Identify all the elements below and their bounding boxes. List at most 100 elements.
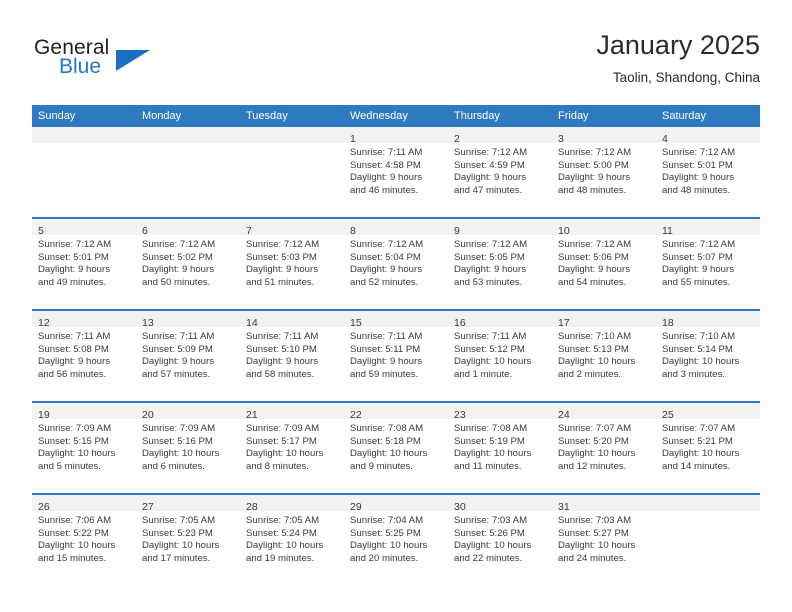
- calendar-day-cell-empty: [240, 127, 344, 218]
- sunset-line: Sunset: 5:14 PM: [662, 343, 733, 355]
- sunrise-line: Sunrise: 7:09 AM: [142, 423, 216, 434]
- day-details: Sunrise: 7:07 AM Sunset: 5:21 PM Daylight:…: [656, 419, 760, 473]
- day-details: Sunrise: 7:12 AM Sunset: 5:01 PM Daylight:…: [656, 143, 760, 197]
- daylight-line-cont: and 8 minutes.: [246, 460, 309, 472]
- day-number: 27: [142, 501, 154, 513]
- day-details: Sunrise: 7:11 AM Sunset: 5:10 PM Daylight:…: [240, 327, 344, 381]
- daylight-line: Daylight: 9 hours: [454, 264, 526, 276]
- calendar-day-cell[interactable]: 7 Sunrise: 7:12 AM Sunset: 5:03 PM Daylight…: [240, 217, 344, 310]
- sunset-line: Sunset: 5:21 PM: [662, 435, 733, 447]
- day-details: Sunrise: 7:11 AM Sunset: 5:12 PM Daylight:…: [448, 327, 552, 381]
- day-number: 4: [662, 133, 668, 145]
- day-number: 24: [558, 409, 570, 421]
- calendar-day-cell[interactable]: 18 Sunrise: 7:10 AM Sunset: 5:14 PM Dayligh…: [656, 309, 760, 402]
- calendar-day-cell[interactable]: 13 Sunrise: 7:11 AM Sunset: 5:09 PM Dayligh…: [136, 309, 240, 402]
- daylight-line: Daylight: 9 hours: [350, 264, 422, 276]
- calendar-day-cell[interactable]: 16 Sunrise: 7:11 AM Sunset: 5:12 PM Dayligh…: [448, 309, 552, 402]
- day-number-band: [136, 127, 240, 143]
- day-number: 18: [662, 317, 674, 329]
- calendar-day-cell[interactable]: 23 Sunrise: 7:08 AM Sunset: 5:19 PM Dayligh…: [448, 401, 552, 494]
- calendar-day-cell[interactable]: 24 Sunrise: 7:07 AM Sunset: 5:20 PM Dayligh…: [552, 401, 656, 494]
- sunrise-line: Sunrise: 7:12 AM: [38, 239, 112, 250]
- calendar-day-cell[interactable]: 31 Sunrise: 7:03 AM Sunset: 5:27 PM Dayligh…: [552, 493, 656, 585]
- calendar-day-cell[interactable]: 26 Sunrise: 7:06 AM Sunset: 5:22 PM Dayligh…: [32, 493, 136, 585]
- day-number-band: 27: [136, 495, 240, 513]
- calendar-day-cell[interactable]: 6 Sunrise: 7:12 AM Sunset: 5:02 PM Daylight…: [136, 217, 240, 310]
- sunset-line: Sunset: 5:02 PM: [142, 251, 213, 263]
- calendar-page: General Blue January 2025 Taolin, Shando…: [0, 0, 792, 612]
- calendar-day-cell[interactable]: 19 Sunrise: 7:09 AM Sunset: 5:15 PM Dayligh…: [32, 401, 136, 494]
- day-details: Sunrise: 7:12 AM Sunset: 4:59 PM Daylight:…: [448, 143, 552, 197]
- day-number-band: 23: [448, 403, 552, 421]
- sunset-line: Sunset: 5:20 PM: [558, 435, 629, 447]
- day-number-band: 29: [344, 495, 448, 513]
- calendar-day-cell[interactable]: 14 Sunrise: 7:11 AM Sunset: 5:10 PM Dayligh…: [240, 309, 344, 402]
- day-details: Sunrise: 7:12 AM Sunset: 5:02 PM Daylight:…: [136, 235, 240, 289]
- calendar-day-cell[interactable]: 29 Sunrise: 7:04 AM Sunset: 5:25 PM Dayligh…: [344, 493, 448, 585]
- day-number-band: 13: [136, 311, 240, 329]
- weekday-headers: Sunday Monday Tuesday Wednesday Thursday Frid…: [32, 105, 760, 127]
- daylight-line: Daylight: 10 hours: [454, 448, 532, 460]
- page-header: General Blue January 2025 Taolin, Shando…: [32, 28, 760, 96]
- calendar-week-row: 19 Sunrise: 7:09 AM Sunset: 5:15 PM Dayligh…: [32, 401, 760, 494]
- day-details: Sunrise: 7:03 AM Sunset: 5:26 PM Daylight:…: [448, 511, 552, 565]
- sunrise-line: Sunrise: 7:12 AM: [558, 239, 632, 250]
- calendar-day-cell[interactable]: 12 Sunrise: 7:11 AM Sunset: 5:08 PM Dayligh…: [32, 309, 136, 402]
- sunrise-line: Sunrise: 7:08 AM: [454, 423, 528, 434]
- day-details: Sunrise: 7:03 AM Sunset: 5:27 PM Daylight:…: [552, 511, 656, 565]
- calendar-day-cell[interactable]: 27 Sunrise: 7:05 AM Sunset: 5:23 PM Dayligh…: [136, 493, 240, 585]
- daylight-line-cont: and 15 minutes.: [38, 552, 107, 564]
- sunset-line: Sunset: 5:15 PM: [38, 435, 109, 447]
- daylight-line-cont: and 50 minutes.: [142, 276, 211, 288]
- calendar-day-cell[interactable]: 28 Sunrise: 7:05 AM Sunset: 5:24 PM Dayligh…: [240, 493, 344, 585]
- calendar-day-cell[interactable]: 4 Sunrise: 7:12 AM Sunset: 5:01 PM Daylight…: [656, 127, 760, 218]
- day-number-band: 8: [344, 219, 448, 237]
- daylight-line: Daylight: 10 hours: [662, 448, 740, 460]
- brand-logo[interactable]: General Blue: [32, 36, 232, 88]
- sunrise-line: Sunrise: 7:03 AM: [558, 515, 632, 526]
- calendar-day-cell[interactable]: 5 Sunrise: 7:12 AM Sunset: 5:01 PM Daylight…: [32, 217, 136, 310]
- day-number-band: 28: [240, 495, 344, 513]
- calendar-day-cell[interactable]: 11 Sunrise: 7:12 AM Sunset: 5:07 PM Dayligh…: [656, 217, 760, 310]
- daylight-line-cont: and 11 minutes.: [454, 460, 522, 472]
- day-number-band: 6: [136, 219, 240, 237]
- calendar-day-cell[interactable]: 9 Sunrise: 7:12 AM Sunset: 5:05 PM Daylight…: [448, 217, 552, 310]
- day-number-band: 10: [552, 219, 656, 237]
- daylight-line-cont: and 55 minutes.: [662, 276, 731, 288]
- day-details: Sunrise: 7:04 AM Sunset: 5:25 PM Daylight:…: [344, 511, 448, 565]
- calendar-day-cell[interactable]: 1 Sunrise: 7:11 AM Sunset: 4:58 PM Daylight…: [344, 127, 448, 218]
- day-number: 23: [454, 409, 466, 421]
- calendar-day-cell[interactable]: 3 Sunrise: 7:12 AM Sunset: 5:00 PM Daylight…: [552, 127, 656, 218]
- daylight-line: Daylight: 10 hours: [350, 540, 428, 552]
- calendar-day-cell[interactable]: 17 Sunrise: 7:10 AM Sunset: 5:13 PM Dayligh…: [552, 309, 656, 402]
- daylight-line: Daylight: 10 hours: [454, 356, 532, 368]
- day-details: Sunrise: 7:12 AM Sunset: 5:03 PM Daylight:…: [240, 235, 344, 289]
- calendar-day-cell[interactable]: 21 Sunrise: 7:09 AM Sunset: 5:17 PM Dayligh…: [240, 401, 344, 494]
- day-number: 29: [350, 501, 362, 513]
- calendar-body: 1 Sunrise: 7:11 AM Sunset: 4:58 PM Daylight…: [32, 127, 760, 585]
- page-title: January 2025: [596, 30, 760, 60]
- day-details: Sunrise: 7:11 AM Sunset: 4:58 PM Daylight:…: [344, 143, 448, 197]
- calendar-day-cell[interactable]: 10 Sunrise: 7:12 AM Sunset: 5:06 PM Dayligh…: [552, 217, 656, 310]
- calendar-day-cell[interactable]: 15 Sunrise: 7:11 AM Sunset: 5:11 PM Dayligh…: [344, 309, 448, 402]
- calendar-day-cell[interactable]: 2 Sunrise: 7:12 AM Sunset: 4:59 PM Daylight…: [448, 127, 552, 218]
- daylight-line-cont: and 46 minutes.: [350, 184, 419, 196]
- calendar-day-cell[interactable]: 22 Sunrise: 7:08 AM Sunset: 5:18 PM Dayligh…: [344, 401, 448, 494]
- day-details: Sunrise: 7:11 AM Sunset: 5:08 PM Daylight:…: [32, 327, 136, 381]
- day-number: 16: [454, 317, 466, 329]
- daylight-line: Daylight: 9 hours: [38, 264, 110, 276]
- calendar-day-cell[interactable]: 20 Sunrise: 7:09 AM Sunset: 5:16 PM Dayligh…: [136, 401, 240, 494]
- calendar-day-cell[interactable]: 25 Sunrise: 7:07 AM Sunset: 5:21 PM Dayligh…: [656, 401, 760, 494]
- sunrise-line: Sunrise: 7:12 AM: [662, 239, 736, 250]
- daylight-line-cont: and 48 minutes.: [662, 184, 731, 196]
- sunrise-line: Sunrise: 7:07 AM: [662, 423, 736, 434]
- sunset-line: Sunset: 5:00 PM: [558, 159, 629, 171]
- calendar-day-cell[interactable]: 30 Sunrise: 7:03 AM Sunset: 5:26 PM Dayligh…: [448, 493, 552, 585]
- sunset-line: Sunset: 5:19 PM: [454, 435, 525, 447]
- day-number: 15: [350, 317, 362, 329]
- triangle-logo-icon: [116, 50, 150, 71]
- sunset-line: Sunset: 5:09 PM: [142, 343, 213, 355]
- daylight-line: Daylight: 10 hours: [142, 540, 220, 552]
- calendar-day-cell[interactable]: 8 Sunrise: 7:12 AM Sunset: 5:04 PM Daylight…: [344, 217, 448, 310]
- day-number-band: 12: [32, 311, 136, 329]
